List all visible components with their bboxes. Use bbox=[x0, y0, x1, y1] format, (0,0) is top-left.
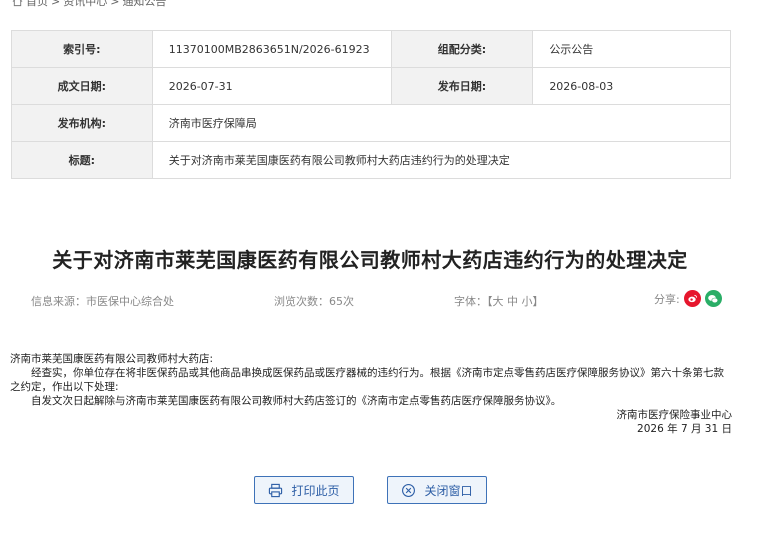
printer-icon bbox=[269, 483, 283, 497]
font-size-selector[interactable]: 字体：【大 中 小】 bbox=[454, 293, 544, 309]
published-date-label: 发布日期: bbox=[390, 67, 534, 105]
org-value: 济南市医疗保障局 bbox=[151, 104, 732, 142]
category-label: 组配分类: bbox=[390, 30, 534, 68]
signature: 济南市医疗保险事业中心 bbox=[616, 409, 733, 421]
print-button[interactable]: 打印此页 bbox=[254, 476, 354, 504]
close-window-button[interactable]: 关闭窗口 bbox=[387, 476, 487, 504]
body-paragraph: 自发文次日起解除与济南市莱芜国康医药有限公司教师村大药店签订的《济南市定点零售药… bbox=[31, 395, 562, 407]
category-value: 公示公告 bbox=[532, 30, 731, 68]
published-date-value: 2026-08-03 bbox=[532, 67, 731, 105]
created-date-label: 成文日期: bbox=[11, 67, 153, 105]
view-count: 浏览次数：65次 bbox=[274, 295, 354, 308]
share-label: 分享: bbox=[654, 292, 680, 306]
table-row: 发布机构: 济南市医疗保障局 bbox=[11, 104, 732, 142]
breadcrumb-section[interactable]: 资讯中心 bbox=[63, 0, 107, 9]
article-body: 济南市莱芜国康医药有限公司教师村大药店: 经查实，你单位存在将非医保药品或其他商… bbox=[10, 352, 732, 436]
subject-label: 标题: bbox=[11, 141, 153, 179]
weibo-share-icon[interactable] bbox=[683, 290, 701, 307]
table-row: 标题: 关于对济南市莱芜国康医药有限公司教师村大药店违约行为的处理决定 bbox=[11, 141, 732, 179]
breadcrumb-home[interactable]: 首页 bbox=[26, 0, 48, 9]
print-button-label: 打印此页 bbox=[291, 483, 340, 498]
breadcrumb-separator: > bbox=[110, 0, 120, 8]
table-row: 成文日期: 2026-07-31 发布日期: 2026-08-03 bbox=[11, 67, 731, 105]
wechat-share-icon[interactable] bbox=[704, 290, 722, 307]
index-label: 索引号: bbox=[11, 30, 153, 68]
addressee: 济南市莱芜国康医药有限公司教师村大药店: bbox=[10, 353, 214, 365]
table-row: 索引号: 11370100MB2863651N/2026-61923 组配分类:… bbox=[11, 30, 731, 68]
breadcrumb-separator: > bbox=[51, 0, 61, 8]
breadcrumb: 首页 > 资讯中心 > 通知公告 bbox=[12, 0, 166, 8]
metadata-table: 索引号: 11370100MB2863651N/2026-61923 组配分类:… bbox=[11, 30, 732, 179]
share-bar: 分享: bbox=[654, 290, 722, 307]
article-title: 关于对济南市莱芜国康医药有限公司教师村大药店违约行为的处理决定 bbox=[52, 248, 688, 272]
info-source: 信息来源：市医保中心综合处 bbox=[31, 295, 174, 308]
close-button-label: 关闭窗口 bbox=[424, 483, 473, 498]
breadcrumb-current[interactable]: 通知公告 bbox=[122, 0, 166, 9]
org-label: 发布机构: bbox=[11, 104, 153, 142]
close-circle-icon bbox=[402, 483, 416, 497]
subject-value: 关于对济南市莱芜国康医药有限公司教师村大药店违约行为的处理决定 bbox=[151, 141, 732, 179]
body-paragraph: 经查实，你单位存在将非医保药品或其他商品串换成医保药品或医疗器械的违约行为。根据… bbox=[10, 367, 724, 393]
created-date-value: 2026-07-31 bbox=[151, 67, 392, 105]
index-value: 11370100MB2863651N/2026-61923 bbox=[151, 30, 392, 68]
home-icon bbox=[12, 0, 23, 6]
signature-date: 2026 年 7 月 31 日 bbox=[637, 423, 732, 435]
